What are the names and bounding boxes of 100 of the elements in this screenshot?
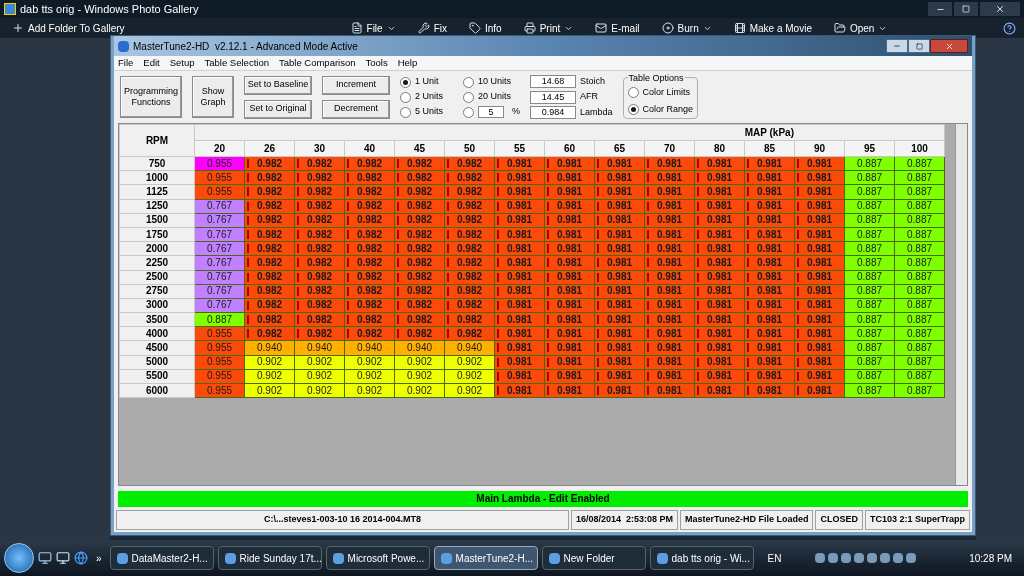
toolbar-button[interactable]: Increment [322,75,390,95]
close-button[interactable] [930,39,968,53]
rpm-cell: 6000 [119,383,195,398]
desktop-icon[interactable] [38,551,52,565]
toolbar-button[interactable]: Set to Original [244,99,312,119]
tray-icon[interactable] [841,553,852,563]
app-icon [332,552,344,564]
menu-item[interactable]: File [118,55,134,71]
toolbar-button[interactable]: Fix [413,20,451,36]
status-field: MasterTune2-HD File Loaded [680,510,814,530]
taskbar-button[interactable]: DataMaster2-H... [109,546,214,570]
toolbar-button[interactable]: Burn [657,20,716,36]
film-icon [733,22,746,34]
status-field: 16/08/2014 2:53:08 PM [571,510,679,530]
toolbar-button[interactable]: Info [465,20,506,36]
toolbar-button[interactable]: Print [519,20,578,36]
app-icon [116,552,128,564]
toolbar-button[interactable]: Add Folder To Gallery [8,20,129,36]
tag-icon [469,22,481,34]
radio-label: 10 Units [478,75,512,89]
tray-icon[interactable] [893,553,904,563]
radio-button[interactable] [400,106,411,118]
toolbar-button[interactable]: Set to Baseline [244,75,312,95]
toolbar-button[interactable]: Decrement [322,99,390,119]
menu-item[interactable]: Setup [169,55,195,71]
radio-button[interactable] [627,87,639,99]
rpm-cell: 2250 [119,255,195,270]
taskbar-button[interactable]: dab tts orig - Wi... [649,546,754,570]
value-field[interactable]: 0.984 [530,106,577,119]
radio-label: Color Limits [642,86,691,99]
rpm-cell: 750 [119,156,195,171]
menu-item[interactable]: Tools [365,55,388,71]
help-icon[interactable] [1003,21,1016,35]
rpm-cell: 1500 [119,213,195,228]
radio-button[interactable] [463,91,474,103]
window-title: MasterTune2-HD v2.12.1 - Advanced Mode Active [133,39,358,54]
menu-item[interactable]: Help [397,55,418,71]
radio-label: 2 Units [415,90,443,104]
clock[interactable]: 10:28 PM [969,550,1012,566]
app-icon [224,552,236,564]
menu-item[interactable]: Table Comparison [278,55,356,71]
tray-icon[interactable] [906,553,917,563]
percent-sign: % [512,105,521,119]
rpm-cell: 3000 [119,298,195,313]
menu-item[interactable]: Table Selection [204,55,269,71]
maximize-button[interactable] [908,39,930,53]
toolbar-button[interactable]: Make a Movie [729,20,816,36]
language-indicator[interactable]: EN [767,550,782,566]
taskbar-button[interactable]: New Folder [541,546,646,570]
rpm-cell: 4000 [119,326,195,341]
toolbar-button[interactable]: File [346,20,400,36]
taskbar-button[interactable]: Ride Sunday 17t... [217,546,322,570]
rpm-cell: 2000 [119,241,195,256]
status-banner: Main Lambda - Edit Enabled [118,491,968,507]
app-icon [440,552,452,564]
toolbar-button[interactable]: Programming Functions [120,76,182,118]
radio-button[interactable] [627,103,639,115]
document-icon [350,22,363,34]
radio-button[interactable] [400,91,411,103]
taskbar-button[interactable]: MasterTune2-H... [433,546,538,570]
tray-icon[interactable] [828,553,839,563]
browser-icon[interactable] [74,551,88,565]
radio-label: 5 Units [415,105,443,119]
rpm-cell: 2500 [119,270,195,285]
toolbar-button[interactable]: E-mail [591,20,644,36]
tray-icon[interactable] [880,553,891,563]
radio-button[interactable] [463,76,474,88]
percent-field[interactable]: 5 [478,106,504,118]
envelope-icon [595,22,608,34]
scrollbar[interactable] [955,124,967,485]
tray-icon[interactable] [854,553,865,563]
rpm-cell: 5500 [119,369,195,384]
toolbar-button[interactable]: Open [829,20,892,36]
menu-item[interactable]: Edit [143,55,160,71]
radio-button[interactable] [463,106,474,118]
restore-button[interactable] [954,2,978,16]
row-header: RPM [119,124,195,157]
minimize-button[interactable] [886,39,908,53]
wrench-icon [417,22,430,34]
value-field[interactable]: 14.45 [530,90,577,104]
radio-label: Color Range [642,102,694,116]
tray-icon[interactable] [867,553,878,563]
radio-label: 1 Unit [415,75,439,89]
rpm-cell: 3500 [119,312,195,327]
close-icon [944,41,954,51]
status-field: C:\...steves1-003-10 16 2014-004.MT8 [116,510,569,530]
close-button[interactable] [980,2,1020,16]
value-field[interactable]: 14.68 [530,75,577,88]
restore-icon [962,5,970,13]
close-icon [995,4,1005,14]
tray-icon[interactable] [815,553,826,563]
app-icon [118,40,129,52]
taskbar-button[interactable]: Microsoft Powe... [325,546,430,570]
column-group-header: MAP (kPa) [194,124,945,141]
start-button[interactable] [4,543,34,573]
gallery-icon [4,3,16,15]
overflow-button[interactable]: » [92,550,106,566]
toolbar-button[interactable]: Show Graph [192,76,234,118]
rpm-cell: 2750 [119,284,195,299]
radio-button[interactable] [400,76,411,88]
